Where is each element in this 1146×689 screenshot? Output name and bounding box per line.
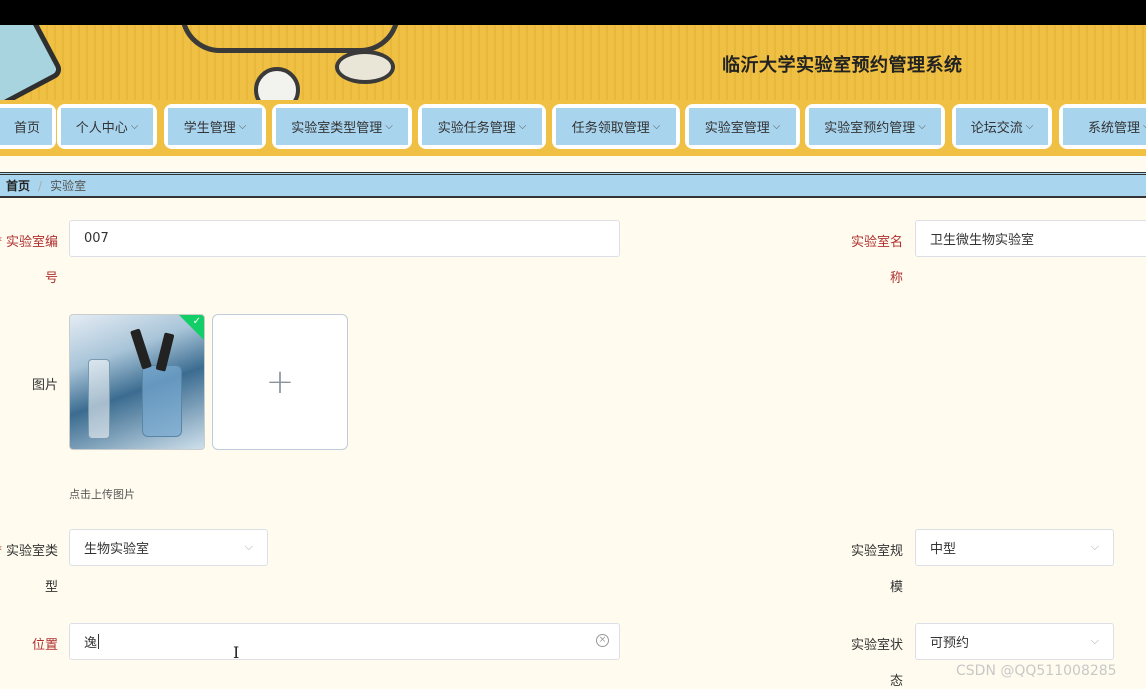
- banner-earbud-illustration-2: [335, 50, 395, 84]
- lab-name-input[interactable]: 卫生微生物实验室: [915, 220, 1146, 257]
- lab-status-select[interactable]: 可预约 ⌵: [915, 623, 1114, 660]
- chevron-down-icon: ⌵: [130, 121, 139, 132]
- lab-scale-label-line1: 实验室规: [850, 544, 903, 559]
- lab-scale-label: 实验室规 模: [840, 540, 903, 595]
- nav-item-label: 实验室管理: [704, 121, 770, 136]
- lab-status-label: 实验室状 态: [840, 634, 903, 689]
- location-input[interactable]: 逸 ×: [69, 623, 620, 660]
- check-icon: ✓: [192, 316, 201, 327]
- chevron-down-icon: ⌵: [918, 121, 926, 132]
- lab-number-label-line1: 实验室编: [5, 235, 58, 250]
- window-top-bar: [0, 0, 1146, 25]
- chevron-down-icon: ⌵: [385, 121, 393, 132]
- lab-scale-value: 中型: [930, 542, 957, 557]
- image-bottle-shape: [88, 359, 110, 439]
- location-value: 逸: [84, 636, 98, 651]
- lab-type-select[interactable]: 生物实验室 ⌵: [69, 529, 268, 566]
- breadcrumb: 首页 / 实验室: [0, 172, 1146, 198]
- nav-item-experiment-task-management[interactable]: 实验任务管理 ⌵: [418, 104, 546, 149]
- nav-item-task-claim-management[interactable]: 任务领取管理 ⌵: [552, 104, 680, 149]
- main-nav: 首页 个人中心 ⌵ 学生管理 ⌵ 实验室类型管理 ⌵ 实验任务管理 ⌵ 任务领取管理 ⌵ …: [0, 100, 1146, 156]
- lab-name-value: 卫生微生物实验室: [930, 233, 1035, 248]
- chevron-down-icon: ⌵: [518, 121, 527, 132]
- lab-scale-label-line2: 模: [889, 580, 903, 595]
- lab-number-value: 007: [84, 231, 109, 246]
- image-beaker-shape: [142, 365, 182, 437]
- watermark: CSDN @QQ511008285: [956, 663, 1117, 679]
- chevron-down-icon: ⌵: [1025, 121, 1034, 132]
- uploaded-lab-image[interactable]: ✓: [69, 314, 205, 450]
- text-caret: [98, 634, 100, 649]
- lab-type-label-line2: 型: [44, 580, 58, 595]
- lab-status-value: 可预约: [930, 636, 970, 651]
- chevron-down-icon: ⌵: [1090, 634, 1099, 647]
- image-upload-button[interactable]: +: [212, 314, 348, 450]
- breadcrumb-home[interactable]: 首页: [6, 177, 30, 194]
- image-tube-shape: [130, 328, 152, 370]
- nav-item-lab-booking-management[interactable]: 实验室预约管理 ⌵: [805, 104, 945, 149]
- nav-item-label: 实验室类型管理: [291, 121, 383, 136]
- banner-tablet-illustration: [0, 25, 65, 100]
- nav-item-label: 实验任务管理: [437, 121, 516, 136]
- banner-earbud-illustration: [254, 67, 300, 100]
- lab-status-label-line2: 态: [889, 674, 903, 689]
- lab-name-label-line1: 实验室名: [850, 235, 903, 250]
- text-cursor-icon: I: [233, 643, 240, 662]
- lab-name-label-line2: 称: [889, 271, 903, 286]
- nav-item-label: 学生管理: [183, 121, 236, 136]
- nav-item-label: 任务领取管理: [571, 121, 650, 136]
- breadcrumb-current: 实验室: [50, 179, 87, 193]
- lab-name-label: 实验室名 称: [840, 231, 903, 286]
- nav-item-label: 实验室预约管理: [824, 121, 916, 136]
- lab-status-label-line1: 实验室状: [850, 638, 903, 653]
- required-mark: *: [0, 544, 2, 559]
- nav-item-lab-management[interactable]: 实验室管理 ⌵: [685, 104, 800, 149]
- image-label: 图片: [31, 378, 58, 393]
- chevron-down-icon: ⌵: [652, 121, 661, 132]
- nav-item-label: 论坛交流: [970, 121, 1023, 136]
- nav-item-label: 个人中心: [75, 121, 128, 136]
- lab-number-label-line2: 号: [44, 271, 58, 286]
- location-label: 位置: [31, 638, 58, 653]
- lab-type-value: 生物实验室: [84, 542, 150, 557]
- site-title: 临沂大学实验室预约管理系统: [722, 55, 963, 76]
- upload-hint: 点击上传图片: [69, 488, 135, 501]
- nav-item-student-management[interactable]: 学生管理 ⌵: [164, 104, 266, 149]
- lab-number-input[interactable]: 007: [69, 220, 620, 257]
- nav-item-personal-center[interactable]: 个人中心 ⌵: [57, 104, 157, 149]
- breadcrumb-separator: /: [38, 178, 43, 193]
- nav-item-label: 首页: [13, 121, 40, 136]
- nav-item-system-management[interactable]: 系统管理⌵: [1059, 104, 1146, 149]
- lab-scale-select[interactable]: 中型 ⌵: [915, 529, 1114, 566]
- lab-type-label-line1: 实验室类: [5, 544, 58, 559]
- lab-type-label: * 实验室类 型: [0, 540, 58, 595]
- plus-icon: +: [265, 362, 295, 402]
- nav-item-lab-type-management[interactable]: 实验室类型管理 ⌵: [272, 104, 412, 149]
- lab-number-label: * 实验室编 号: [0, 231, 58, 286]
- chevron-down-icon: ⌵: [244, 540, 253, 553]
- clear-icon[interactable]: ×: [596, 634, 609, 647]
- chevron-down-icon: ⌵: [238, 121, 247, 132]
- required-mark: *: [0, 235, 2, 250]
- header-banner: 临沂大学实验室预约管理系统: [0, 25, 1146, 100]
- banner-cord-illustration: [180, 25, 400, 53]
- nav-item-label: 系统管理: [1088, 121, 1141, 136]
- chevron-down-icon: ⌵: [772, 121, 781, 132]
- nav-item-forum[interactable]: 论坛交流 ⌵: [952, 104, 1052, 149]
- nav-item-home[interactable]: 首页: [0, 104, 56, 149]
- chevron-down-icon: ⌵: [1090, 540, 1099, 553]
